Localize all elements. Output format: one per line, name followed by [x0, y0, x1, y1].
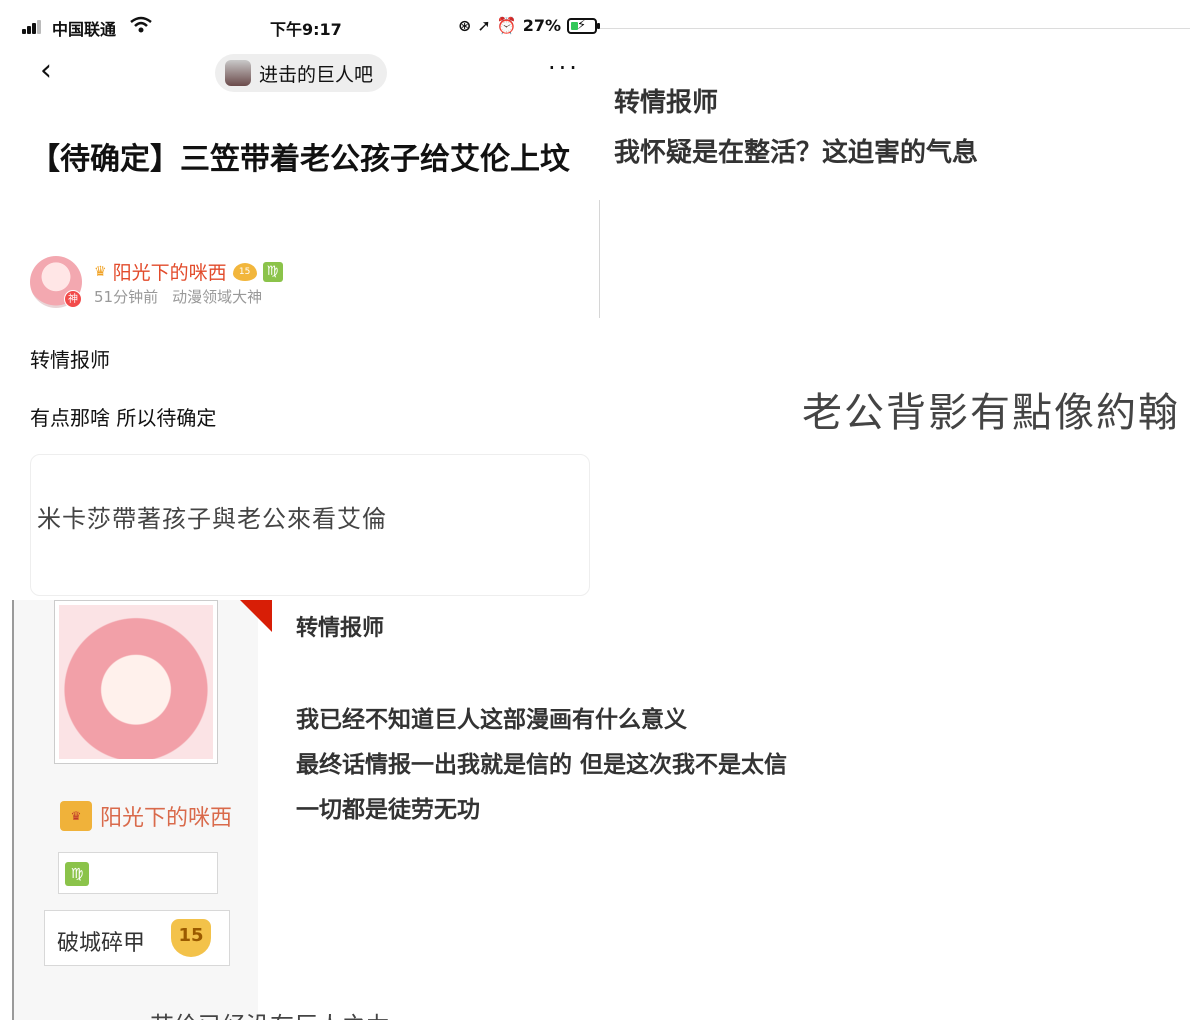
forum-pill-button[interactable]: 进击的巨人吧 [215, 54, 388, 92]
level-badge: 15 [232, 262, 257, 281]
nav-bar: ‹ 进击的巨人吧 ··· [0, 52, 600, 96]
crown-icon: ♛ [60, 801, 92, 831]
post-body-line: 有点那啥 所以待确定 [30, 406, 217, 430]
comment-screenshot: 转情报师 我怀疑是在整活？这迫害的气息 老公背影有點像約翰 [600, 0, 1200, 600]
orientation-lock-icon: ⊛ [458, 16, 472, 35]
phone-screenshot: 中国联通 下午9:17 ⊛ ➚ ⏰ 27% ⚡ ‹ 进击的巨人吧 ··· 【待确… [0, 0, 601, 600]
god-badge: 神 [64, 290, 82, 308]
image-caption: 老公背影有點像約翰 [802, 390, 1180, 436]
rank-title: 破城碎甲 [57, 931, 146, 956]
post-body-line: 转情报师 [296, 616, 385, 641]
signal-icon [22, 20, 44, 34]
back-chevron-icon[interactable]: ‹ [40, 56, 52, 86]
avatar-image [59, 605, 213, 759]
avatar[interactable] [54, 600, 218, 764]
user-sidebar: ♛ 阳光下的咪西 ♍ 破城碎甲 15 [14, 600, 272, 1020]
divider [600, 28, 1190, 29]
status-time: 下午9:17 [270, 20, 342, 39]
comment-author: 转情报师 [614, 88, 719, 118]
author-name-line: ♛ 阳光下的咪西 15 ♍ [94, 258, 283, 285]
virgo-zodiac-icon: ♍ [262, 261, 283, 282]
image-caption: 米卡莎帶著孩子與老公來看艾倫 [37, 505, 387, 533]
post-body-line: 一切都是徒劳无功 [296, 797, 480, 823]
corner-ribbon-icon [240, 600, 272, 632]
comment-text: 我怀疑是在整活？这迫害的气息 [614, 138, 979, 168]
level-badge: 15 [171, 919, 211, 957]
crown-icon: ♛ [94, 263, 107, 280]
status-bar: 中国联通 下午9:17 ⊛ ➚ ⏰ 27% ⚡ [0, 0, 601, 52]
user-title: 动漫领域大神 [172, 288, 263, 306]
avatar[interactable]: 神 [30, 256, 82, 308]
location-icon: ➚ [477, 16, 491, 35]
charging-bolt-icon: ⚡ [577, 17, 587, 33]
post-body-line: 转情报师 [30, 348, 110, 372]
wifi-icon [130, 16, 152, 34]
post-title: 【待确定】三笠带着老公孩子给艾伦上坟 [30, 142, 570, 177]
carrier-name: 中国联通 [52, 20, 117, 39]
author-row: 神 ♛ 阳光下的咪西 15 ♍ 51分钟前 动漫领域大神 [30, 256, 590, 310]
forum-user-name[interactable]: 阳光下的咪西 [100, 800, 232, 832]
status-indicators: ⊛ ➚ ⏰ 27% ⚡ [458, 16, 601, 35]
battery-percent: 27% [522, 16, 562, 35]
forum-post-screenshot: ♛ 阳光下的咪西 ♍ 破城碎甲 15 转情报师 我已经不知道巨人这部漫画有什么意… [0, 600, 1200, 1020]
rank-box: 破城碎甲 15 [44, 910, 230, 966]
forum-logo-icon [225, 60, 251, 86]
post-body-line: 最终话情报一出我就是信的 但是这次我不是太信 [296, 752, 788, 778]
cut-off-text: 艾伦已经没有巨人之力 [150, 1006, 390, 1020]
embedded-image-card[interactable]: 米卡莎帶著孩子與老公來看艾倫 [30, 454, 590, 596]
alarm-icon: ⏰ [496, 16, 517, 35]
post-time: 51分钟前 [94, 288, 159, 306]
forum-user-line: ♛ 阳光下的咪西 [60, 800, 232, 832]
author-meta: 51分钟前 动漫领域大神 [94, 286, 262, 307]
author-name[interactable]: 阳光下的咪西 [113, 258, 227, 285]
zodiac-box: ♍ [58, 852, 218, 894]
battery-icon: ⚡ [567, 17, 601, 34]
post-body-line: 我已经不知道巨人这部漫画有什么意义 [296, 707, 687, 733]
more-options-button[interactable]: ··· [548, 54, 580, 82]
virgo-zodiac-icon: ♍ [65, 862, 89, 886]
forum-name: 进击的巨人吧 [259, 63, 374, 86]
